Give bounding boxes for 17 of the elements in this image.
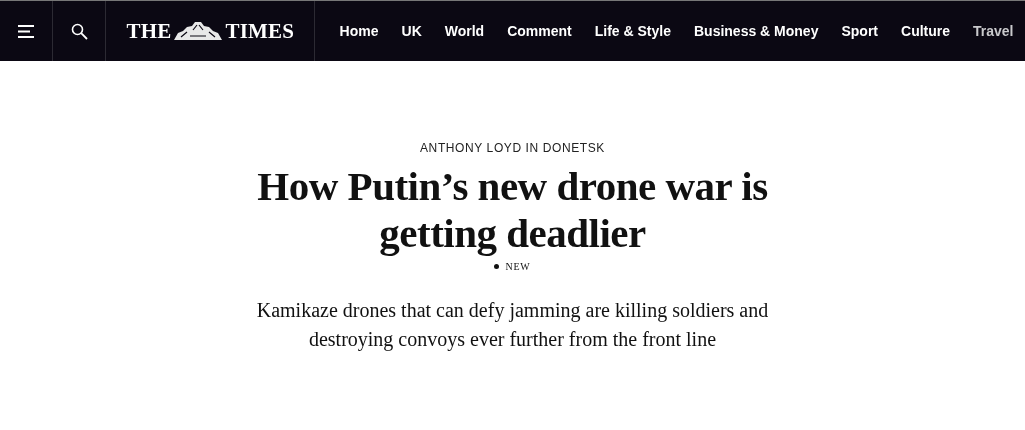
logo-text[interactable]: THE [126, 18, 172, 44]
nav-link[interactable]: UK [390, 23, 434, 39]
nav-link[interactable]: Culture [889, 23, 962, 39]
nav-link[interactable]: Business & Money [682, 23, 830, 39]
nav-link[interactable]: Life & Style [583, 23, 683, 39]
nav-link[interactable]: Sport [829, 23, 890, 39]
bullet-icon [494, 264, 500, 269]
headline: How Putin’s new drone war is getting deadlier [256, 163, 769, 257]
nav-link[interactable]: Home [328, 23, 390, 39]
byline: ANTHONY LOYD IN DONETSK [420, 141, 605, 155]
logo-text[interactable]: TIMES [225, 18, 295, 44]
standfirst: Kamikaze drones that can defy jamming are killing soldiers and destroying convoys ever further from the front line [255, 298, 770, 353]
nav-link[interactable]: Comment [495, 23, 584, 39]
crest-icon [173, 21, 224, 41]
nav-link[interactable]: World [433, 23, 496, 39]
new-label: NEW [505, 261, 531, 272]
nav-link[interactable]: Travel [961, 23, 1025, 39]
